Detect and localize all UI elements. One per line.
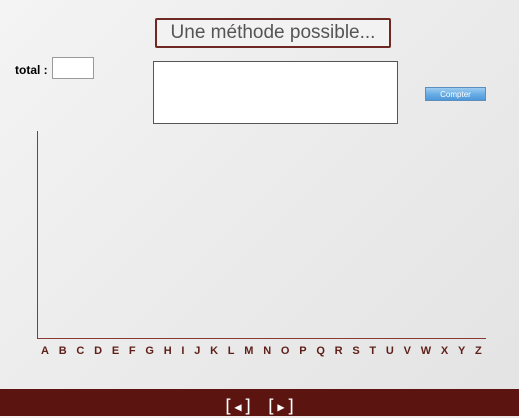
letter-label-h: H [163, 345, 172, 357]
title-box: Une méthode possible... [155, 18, 391, 48]
letter-label-q: Q [316, 345, 325, 357]
alphabet-labels: ABCDEFGHIJKLMNOPQRSTUVWXYZ [37, 344, 486, 358]
letter-label-p: P [299, 345, 307, 357]
arrow-left-icon: ◀ [234, 400, 242, 414]
letter-label-y: Y [457, 345, 466, 357]
letter-label-e: E [111, 345, 120, 357]
letter-label-r: R [334, 345, 343, 357]
count-button[interactable]: Compter [425, 87, 486, 101]
arrow-right-icon: ▶ [277, 400, 285, 414]
letter-label-x: X [440, 345, 449, 357]
next-bracket-close: ] [285, 396, 297, 417]
letter-label-s: S [352, 345, 360, 357]
next-bracket-open: [ [265, 396, 277, 417]
letter-label-m: M [244, 345, 254, 357]
total-field[interactable] [52, 57, 94, 79]
letter-label-g: G [145, 345, 154, 357]
x-axis [37, 338, 486, 339]
text-input-area[interactable] [153, 61, 398, 124]
letter-label-i: I [181, 345, 185, 357]
letter-label-c: C [76, 345, 85, 357]
letter-label-j: J [194, 345, 201, 357]
letter-label-k: K [210, 345, 219, 357]
prev-bracket-close: ] [242, 396, 254, 417]
letter-label-d: D [94, 345, 103, 357]
prev-button[interactable]: [ ◀ ] [223, 396, 254, 418]
letter-label-w: W [420, 345, 432, 357]
y-axis [37, 131, 38, 338]
letter-label-u: U [385, 345, 394, 357]
letter-label-v: V [403, 345, 411, 357]
next-button[interactable]: [ ▶ ] [266, 396, 297, 418]
letter-label-b: B [58, 345, 67, 357]
nav-controls: [ ◀ ] [ ▶ ] [223, 396, 297, 418]
letter-label-n: N [263, 345, 272, 357]
prev-bracket-open: [ [222, 396, 234, 417]
page-title: Une méthode possible... [170, 22, 376, 43]
letter-label-o: O [280, 345, 290, 357]
letter-label-f: F [128, 345, 136, 357]
footer-bar: [ ◀ ] [ ▶ ] [0, 389, 519, 418]
total-label: total : [15, 63, 48, 77]
letter-label-t: T [369, 345, 377, 357]
letter-label-z: Z [475, 345, 482, 357]
letter-label-l: L [227, 345, 235, 357]
letter-label-a: A [41, 345, 49, 357]
